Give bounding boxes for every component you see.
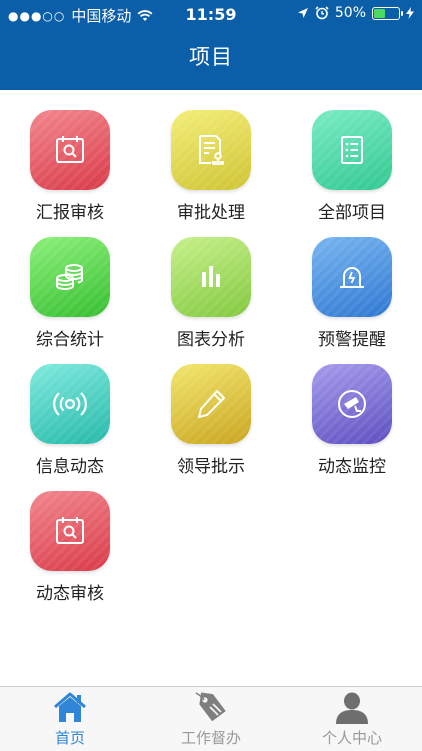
tab-label: 首页: [54, 729, 85, 747]
alarm-clock-icon: [315, 6, 329, 20]
page-title: 项目: [189, 45, 233, 69]
tile-leader-instructions[interactable]: [171, 364, 251, 444]
tab-home[interactable]: 首页: [0, 687, 140, 751]
charging-icon: [406, 7, 414, 19]
menu-item-label: 动态审核: [36, 584, 104, 604]
tab-work-supervision[interactable]: 工作督办: [141, 687, 281, 751]
camera-icon: [338, 390, 366, 418]
alarm-icon: [340, 267, 364, 288]
navigation-bar: 项目: [0, 28, 422, 90]
menu-item-label: 领导批示: [177, 457, 245, 477]
battery-icon: [372, 6, 403, 20]
tab-label: 个人中心: [321, 729, 382, 747]
calendar-search-icon: [56, 517, 84, 544]
tile-info-updates[interactable]: [30, 364, 110, 444]
tag-icon: [195, 692, 226, 722]
menu-item-dynamic-monitoring[interactable]: 动态监控: [282, 344, 422, 477]
document-stamp-icon: [199, 135, 224, 165]
tile-warning-alert[interactable]: [312, 237, 392, 317]
battery-percent: 50%: [334, 5, 366, 21]
bar-chart-icon: [202, 266, 220, 287]
menu-item-info-updates[interactable]: 信息动态: [0, 344, 140, 477]
calendar-search-icon: [56, 136, 84, 163]
menu-item-all-projects[interactable]: 全部项目: [282, 90, 422, 223]
person-icon: [336, 692, 368, 724]
tile-report-review[interactable]: [30, 110, 110, 190]
menu-item-warning-alert[interactable]: 预警提醒: [282, 217, 422, 350]
tab-label: 工作督办: [180, 729, 241, 747]
battery-level-fill: [374, 8, 385, 18]
tile-approval-processing[interactable]: [171, 110, 251, 190]
broadcast-icon: [53, 392, 87, 416]
status-bar: ●●●○○ 中国移动 11:59 50%: [0, 0, 422, 28]
status-right: 50%: [297, 5, 414, 21]
tile-dynamic-monitoring[interactable]: [312, 364, 392, 444]
menu-item-chart-analysis[interactable]: 图表分析: [141, 217, 281, 350]
menu-item-statistics[interactable]: 综合统计: [0, 217, 140, 350]
tile-chart-analysis[interactable]: [171, 237, 251, 317]
tab-personal-center[interactable]: 个人中心: [282, 687, 422, 751]
menu-item-report-review[interactable]: 汇报审核: [0, 90, 140, 223]
list-icon: [341, 136, 363, 164]
tile-dynamic-review[interactable]: [30, 491, 110, 571]
coins-icon: [56, 264, 84, 290]
menu-item-approval-processing[interactable]: 审批处理: [141, 90, 281, 223]
tab-bar: 首页 工作督办 个人中心: [0, 686, 422, 751]
tile-statistics[interactable]: [30, 237, 110, 317]
tile-all-projects[interactable]: [312, 110, 392, 190]
menu-item-dynamic-review[interactable]: 动态审核: [0, 471, 140, 604]
menu-item-label: 动态监控: [318, 457, 386, 477]
location-arrow-icon: [297, 8, 308, 18]
pencil-icon: [198, 390, 225, 418]
home-icon: [54, 692, 86, 722]
menu-item-leader-instructions[interactable]: 领导批示: [141, 344, 281, 477]
